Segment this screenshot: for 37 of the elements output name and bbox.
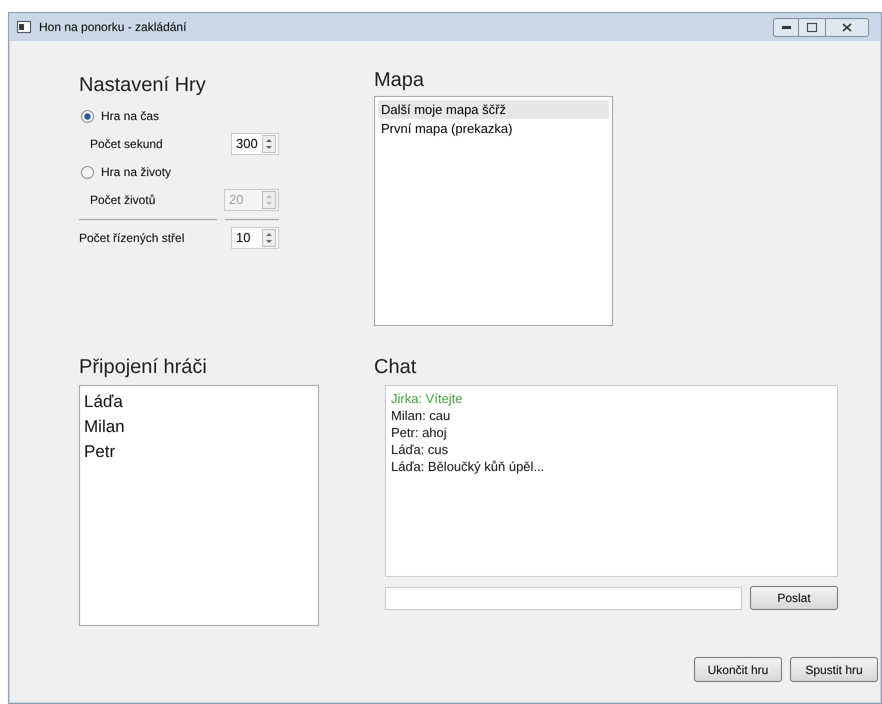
player-name: Milan [84, 416, 126, 438]
chat-message: Láďa: cus [391, 441, 450, 458]
close-icon [842, 22, 852, 32]
chat-message: Milan: cau [391, 407, 452, 424]
message-input[interactable] [385, 586, 742, 610]
chat-message: Jirka: Vítejte [391, 390, 464, 407]
map-list-item[interactable]: První mapa (prekazka) [378, 119, 609, 138]
close-button[interactable] [825, 18, 869, 36]
chat-message: Láďa: Běloučký kůň úpěl... [391, 458, 546, 475]
maximize-icon [807, 22, 817, 32]
minimize-button[interactable] [773, 18, 799, 36]
spin-box[interactable]: 300 [231, 133, 279, 155]
spin-arrows-icon[interactable] [262, 135, 276, 153]
minimize-icon [782, 25, 790, 29]
dialog-button[interactable]: Spustit hru [790, 657, 878, 682]
spin-arrows-icon[interactable] [262, 229, 276, 247]
window-title: Hon na ponorku - zakládání [39, 19, 188, 36]
player-name: Petr [84, 441, 116, 463]
spin-box[interactable]: 10 [231, 227, 279, 249]
radio-button[interactable] [81, 110, 94, 122]
player-name: Láďa [84, 391, 124, 413]
radio-label[interactable]: Hra na čas [101, 107, 160, 125]
send-button[interactable]: Poslat [750, 586, 838, 610]
radio-label[interactable]: Hra na životy [101, 163, 172, 181]
field-label: Počet řízených střel [79, 230, 186, 247]
section-heading: Nastavení Hry [79, 73, 207, 97]
dialog-button[interactable]: Ukončit hru [694, 657, 782, 682]
section-heading: Připojení hráči [79, 355, 208, 379]
field-label: Počet sekund [90, 136, 164, 153]
section-heading: Mapa [374, 68, 426, 92]
radio-button[interactable] [81, 166, 94, 178]
section-heading: Chat [374, 355, 418, 379]
field-label: Počet životů [90, 192, 156, 209]
map-list-item[interactable]: Další moje mapa ščřž [378, 100, 609, 119]
app-icon [17, 21, 31, 33]
chat-message: Petr: ahoj [391, 424, 448, 441]
maximize-button[interactable] [799, 18, 825, 36]
